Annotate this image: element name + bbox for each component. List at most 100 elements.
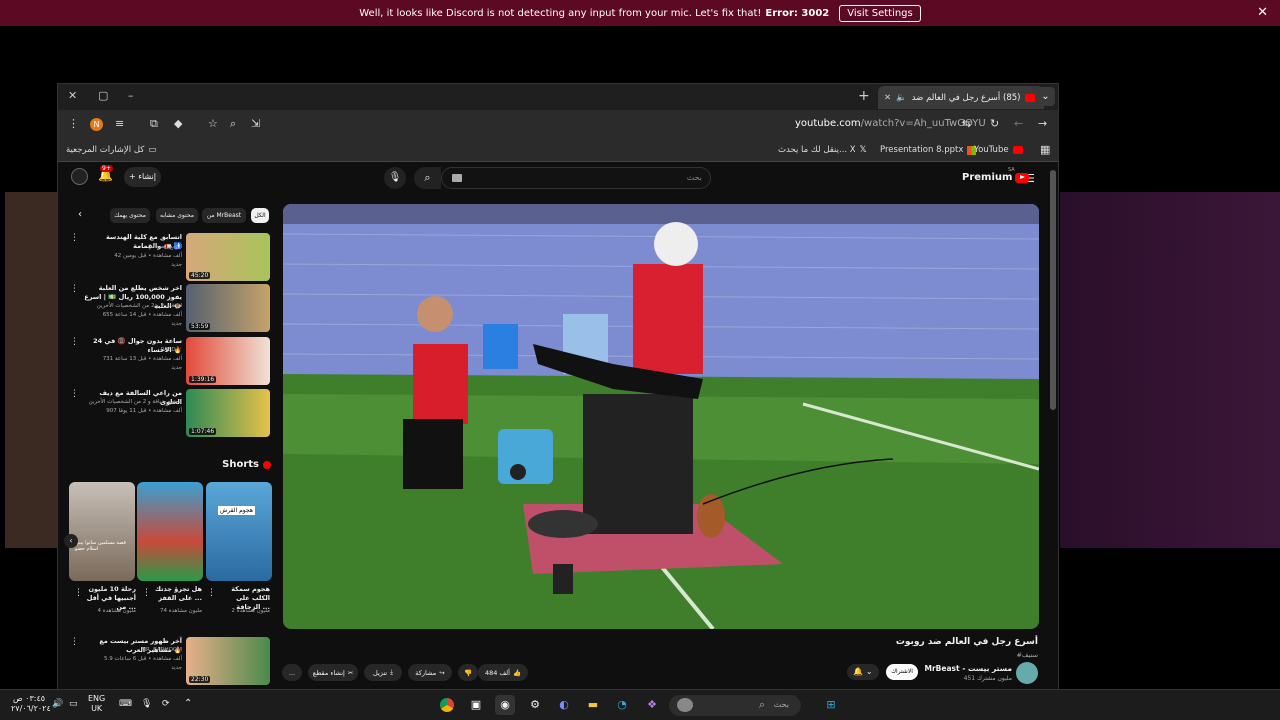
youtube-icon	[1025, 93, 1036, 102]
premium-label: Premium	[962, 172, 1013, 183]
bookmark-presentation[interactable]: Presentation 8.pptx	[880, 145, 977, 155]
list-item[interactable]: 45:20 اتسابق مع كلية الهندسة والقمامة 🚛 …	[70, 233, 270, 281]
chip-similar[interactable]: محتوى مشابه	[156, 208, 198, 223]
more-vert-icon[interactable]: ⋮	[207, 588, 216, 598]
tab-youtube[interactable]: (85) أسرع رجل في العالم ضد 🔈 ✕	[878, 86, 1044, 109]
settings-icon[interactable]: ⚙	[525, 695, 545, 715]
minimize-icon[interactable]: –	[128, 89, 134, 102]
obs-icon[interactable]: ◉	[495, 695, 515, 715]
search-icon[interactable]: ⌕	[414, 167, 441, 189]
close-tab-icon[interactable]: ✕	[884, 93, 891, 103]
chip-for-you[interactable]: محتوى يهمك	[110, 208, 150, 223]
chevron-left-icon[interactable]: ‹	[78, 209, 82, 220]
menu-dots-icon[interactable]: ⋮	[68, 117, 79, 130]
more-vert-icon[interactable]: ⋮	[70, 284, 79, 294]
microphone-icon[interactable]: 🎙	[141, 699, 152, 709]
create-button[interactable]: + إنشاء	[124, 167, 161, 187]
start-windows-icon[interactable]: ⊞	[821, 695, 841, 715]
site-settings-icon[interactable]: ⇆	[962, 117, 971, 130]
video-player[interactable]	[283, 204, 1039, 629]
list-item[interactable]: 22:30 آخر ظهور مستر بيست مع مشاهير العرب…	[70, 637, 270, 685]
download-button[interactable]: تنزيل ⤓	[364, 664, 402, 681]
store-icon[interactable]: ▣	[466, 695, 486, 715]
more-vert-icon[interactable]: ⋮	[142, 588, 151, 598]
video-thumbnail: 1:39:16	[186, 337, 270, 385]
bookmark-youtube[interactable]: YouTube	[974, 145, 1023, 155]
youtube-avatar[interactable]	[71, 168, 88, 185]
extensions-icon[interactable]: ⧉	[150, 117, 158, 131]
dislike-button[interactable]: 👎	[458, 664, 478, 681]
sync-icon[interactable]: ⟳	[162, 699, 170, 709]
bookmark-x[interactable]: ينقل لك ما يحدث... X 𝕏	[778, 145, 867, 155]
file-explorer-icon[interactable]: ▬	[583, 695, 603, 715]
chip-all[interactable]: الكل	[251, 208, 269, 223]
more-vert-icon[interactable]: ⋮	[70, 637, 79, 647]
chip-from-mrbeast[interactable]: من MrBeast	[202, 208, 246, 223]
clip-button[interactable]: إنشاء مقطع ✂	[308, 664, 358, 681]
bookmark-star-icon[interactable]: ☆	[208, 117, 218, 130]
maximize-icon[interactable]: ▢	[98, 89, 108, 102]
new-tab-button[interactable]: +	[858, 88, 870, 104]
close-icon[interactable]: ✕	[1257, 5, 1268, 20]
apps-grid-icon[interactable]: ▦	[1040, 143, 1050, 156]
discord-icon[interactable]: ◐	[554, 695, 574, 715]
install-icon[interactable]: ⇲	[251, 117, 260, 130]
clock[interactable]: ٠٣:٤٥ ص ٢٧/٠٦/٢٠٢٤	[11, 694, 51, 714]
tab-search-button[interactable]: ⌄	[1036, 87, 1055, 106]
short-card[interactable]	[137, 482, 203, 581]
rec-channel: RAED ✓	[160, 347, 182, 353]
list-item[interactable]: 1:07:46 من راعي السالفة مع ديف الحلوى مج…	[70, 389, 270, 437]
taskbar-search-placeholder: بحث	[773, 700, 789, 709]
list-item[interactable]: 53:59 اخر شخص يطلع من العلبة يفوز 100,00…	[70, 284, 270, 332]
forward-icon[interactable]: ←	[1014, 117, 1023, 130]
visit-settings-button[interactable]: Visit Settings	[839, 4, 921, 22]
region-code: UK	[91, 704, 103, 713]
extension-icon[interactable]: ◆	[174, 117, 182, 130]
taskbar-search[interactable]: بحث ⌕	[669, 695, 801, 716]
all-bookmarks-label: كل الإشارات المرجعية	[66, 145, 145, 155]
more-vert-icon[interactable]: ⋮	[74, 588, 83, 598]
zoom-icon[interactable]: ⌕	[230, 117, 236, 131]
more-actions-button[interactable]: ...	[282, 664, 302, 681]
list-item[interactable]: 1:39:16 24 ساعة بدون جوال 📵 في الاحساء 🔥…	[70, 337, 270, 385]
clip-label: إنشاء مقطع	[312, 668, 345, 677]
address-bar[interactable]: youtube.com/watch?v=Ah_uuTwGOYU	[795, 118, 986, 129]
keyboard-icon[interactable]: ⌨	[119, 699, 132, 709]
subscribe-button[interactable]: الاشتراك	[886, 664, 918, 680]
bell-dropdown-button[interactable]: 🔔 ⌄	[847, 664, 879, 680]
search-input[interactable]: بحث	[441, 167, 711, 189]
like-button[interactable]: 484 ألف 👍	[478, 664, 528, 681]
date: ٢٧/٠٦/٢٠٢٤	[11, 704, 51, 713]
notifications-bell-icon[interactable]: 🔔 9+	[98, 165, 113, 182]
folder-icon: ▭	[148, 145, 157, 155]
more-vert-icon[interactable]: ⋮	[70, 337, 79, 347]
network-icon[interactable]: ▭	[69, 699, 78, 709]
tab-bar: ✕ ▢ – + (85) أسرع رجل في العالم ضد 🔈 ✕ ⌄	[58, 84, 1058, 110]
profile-avatar[interactable]: N	[90, 118, 103, 131]
close-window-icon[interactable]: ✕	[68, 89, 77, 102]
back-icon[interactable]: →	[1038, 117, 1047, 130]
shorts-prev-icon[interactable]: ‹	[64, 534, 78, 548]
chevron-up-icon[interactable]: ⌃	[184, 698, 192, 709]
microphone-icon[interactable]: 🎙	[384, 167, 406, 189]
keyboard-icon[interactable]	[452, 174, 462, 182]
all-bookmarks[interactable]: كل الإشارات المرجعية ▭	[66, 145, 156, 155]
volume-icon[interactable]: 🔊	[52, 699, 63, 709]
video-hashtag[interactable]: #ستيف	[918, 651, 1038, 659]
reload-icon[interactable]: ↻	[990, 117, 999, 130]
scrollbar[interactable]	[1050, 170, 1056, 410]
video-frame	[283, 204, 1039, 629]
reading-list-icon[interactable]: ≡	[115, 117, 124, 130]
more-vert-icon[interactable]: ⋮	[70, 233, 79, 243]
chrome-icon[interactable]	[437, 695, 457, 715]
short-card[interactable]: هجوم القرش	[206, 482, 272, 581]
more-vert-icon[interactable]: ⋮	[70, 389, 79, 399]
copilot-icon[interactable]: ❖	[642, 695, 662, 715]
channel-avatar[interactable]	[1016, 662, 1038, 684]
edge-icon[interactable]: ◔	[612, 695, 632, 715]
share-button[interactable]: مشاركة ↪	[408, 664, 452, 681]
language-indicator[interactable]: ENG UK	[88, 694, 105, 714]
search-icon: ⌕	[758, 698, 765, 711]
youtube-premium-logo[interactable]: Premium	[962, 172, 1030, 183]
short-card[interactable]: قصة مسلمين ساتوا بيبي اسلام حضو	[69, 482, 135, 581]
